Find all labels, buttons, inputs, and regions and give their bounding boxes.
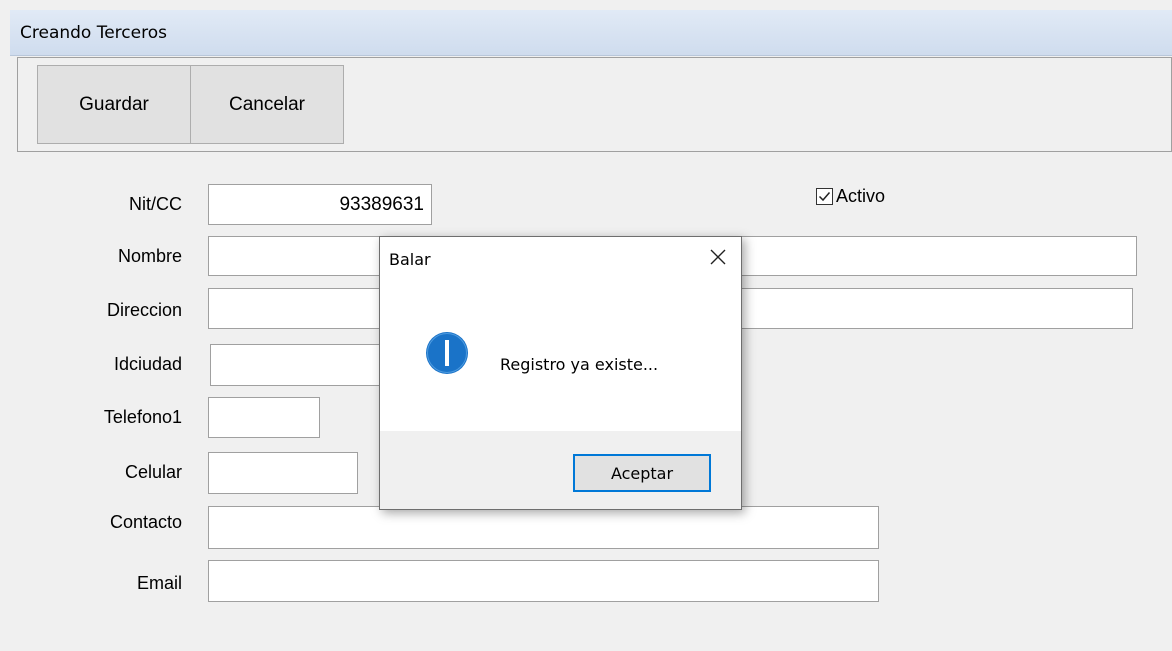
toolbar: Guardar Cancelar <box>17 57 1172 152</box>
nit-field[interactable] <box>208 184 432 225</box>
nombre-label: Nombre <box>117 246 182 266</box>
message-dialog: Balar Registro ya existe... Aceptar <box>379 236 742 510</box>
contacto-label: Contacto <box>109 512 182 532</box>
direccion-label: Direccion <box>106 300 182 320</box>
celular-label: Celular <box>124 462 182 482</box>
idciudad-field[interactable] <box>210 344 390 386</box>
contacto-field[interactable] <box>208 506 879 549</box>
telefono1-label: Telefono1 <box>103 407 182 427</box>
telefono1-field[interactable] <box>208 397 320 438</box>
save-button[interactable]: Guardar <box>37 65 191 144</box>
dialog-message: Registro ya existe... <box>500 355 659 374</box>
nit-label: Nit/CC <box>129 194 182 214</box>
ok-button[interactable]: Aceptar <box>573 454 711 492</box>
activo-checkbox[interactable]: Activo <box>816 186 885 207</box>
info-icon <box>425 331 469 375</box>
close-icon[interactable] <box>707 246 729 268</box>
idciudad-label: Idciudad <box>113 354 182 374</box>
cancel-button[interactable]: Cancelar <box>190 65 344 144</box>
celular-field[interactable] <box>208 452 358 494</box>
window-title: Creando Terceros <box>20 23 167 43</box>
email-label: Email <box>136 573 182 593</box>
activo-label: Activo <box>836 186 886 206</box>
dialog-title: Balar <box>389 250 431 269</box>
checkbox-check-icon[interactable] <box>816 188 833 205</box>
dialog-footer: Aceptar <box>380 431 741 509</box>
window-titlebar: Creando Terceros <box>10 10 1172 56</box>
email-field[interactable] <box>208 560 879 602</box>
